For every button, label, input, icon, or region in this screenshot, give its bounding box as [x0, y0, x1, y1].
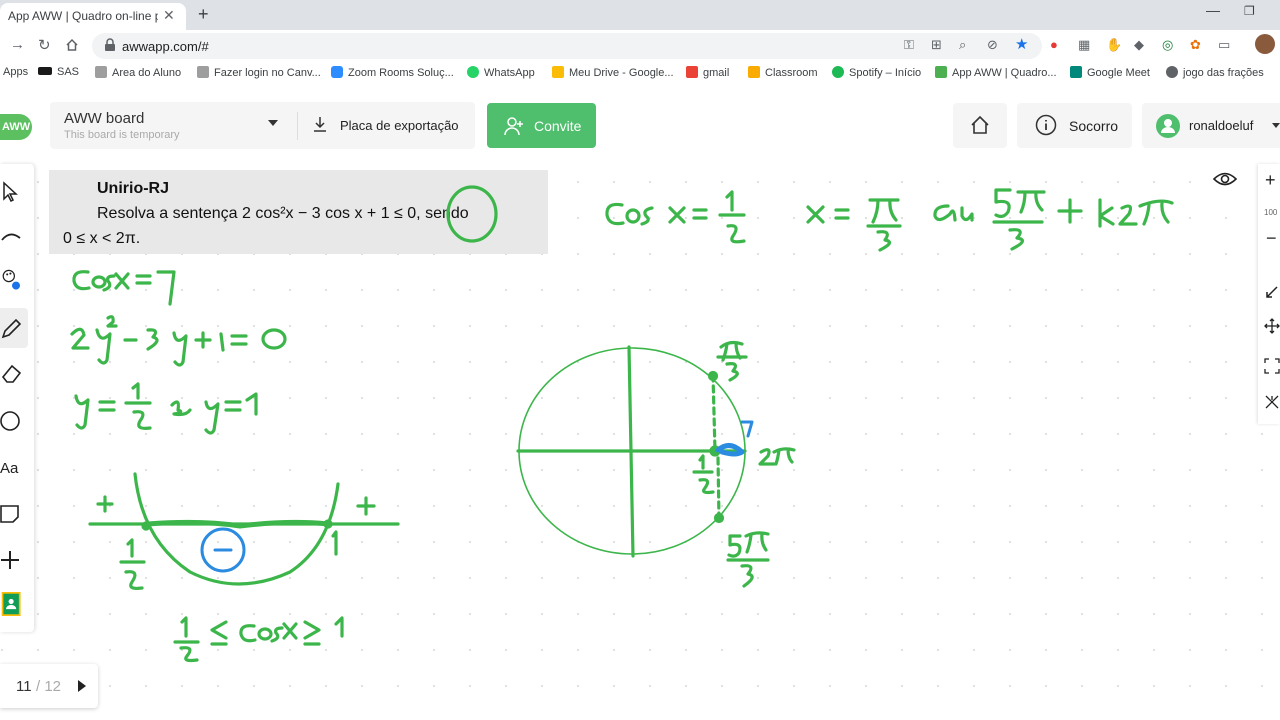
bookmark-whatsapp[interactable]: WhatsApp	[467, 66, 535, 79]
address-bar[interactable]: awwapp.com/#	[92, 33, 1042, 59]
board-menu[interactable]: AWW board This board is temporary Placa …	[50, 102, 475, 149]
extension-icon[interactable]: ●	[1050, 37, 1058, 52]
chevron-down-icon[interactable]	[268, 120, 278, 126]
user-avatar-icon	[1156, 114, 1180, 138]
bookmark-drive[interactable]: Meu Drive - Google...	[552, 66, 674, 79]
next-page-arrow-icon[interactable]	[78, 680, 86, 692]
color-palette-icon[interactable]	[0, 268, 24, 292]
translate-icon[interactable]: ⊞	[931, 37, 942, 53]
aww-icon	[935, 66, 947, 78]
eraser-icon[interactable]	[0, 362, 24, 386]
window-maximize-button[interactable]: ❐	[1244, 4, 1255, 18]
profile-avatar[interactable]	[1255, 34, 1275, 54]
bookmark-canvas[interactable]: Fazer login no Canv...	[197, 66, 321, 79]
zoom-icon	[331, 66, 343, 78]
problem-statement: Resolva a sentença 2 cos²x − 3 cos x + 1…	[97, 205, 469, 222]
pencil-icon	[1, 318, 22, 339]
classroom-icon	[748, 66, 760, 78]
chevron-down-icon[interactable]	[1272, 123, 1280, 128]
home-icon[interactable]	[65, 38, 79, 52]
lock-icon	[105, 38, 115, 51]
bookmark-fracoes[interactable]: jogo das frações	[1166, 66, 1264, 79]
bookmark-gmail[interactable]: gmail	[686, 66, 729, 79]
sas-icon	[38, 67, 52, 75]
zoom-out-button[interactable]: −	[1266, 228, 1277, 249]
bookmark-apps[interactable]: Apps	[3, 66, 28, 78]
text-tool-icon[interactable]: Aa	[0, 460, 18, 477]
help-button[interactable]: Socorro	[1017, 103, 1132, 148]
student-icon	[95, 66, 107, 78]
zoom-level: 100	[1264, 208, 1278, 217]
fullscreen-icon[interactable]	[1264, 358, 1280, 374]
export-button[interactable]: Placa de exportação	[340, 118, 459, 133]
bookmarks-bar: Apps SAS Area do Aluno Fazer login no Ca…	[0, 62, 1280, 84]
info-icon	[1035, 114, 1057, 136]
bookmark-star-icon[interactable]: ★	[1015, 35, 1028, 53]
download-icon	[314, 117, 326, 132]
add-plus-icon[interactable]	[0, 548, 24, 572]
url-text: awwapp.com/#	[122, 39, 209, 54]
reload-icon[interactable]: ↻	[38, 36, 51, 54]
current-page: 11	[16, 678, 32, 695]
bookmark-sas[interactable]: SAS	[38, 66, 79, 78]
home-icon	[971, 115, 989, 134]
board-name: AWW board	[64, 110, 145, 127]
gmail-icon	[686, 66, 698, 78]
canvas-icon	[197, 66, 209, 78]
tab-close-icon[interactable]: ✕	[163, 7, 175, 24]
problem-source: Unirio-RJ	[97, 180, 169, 197]
timer-extension-icon[interactable]: ◎	[1162, 37, 1173, 53]
move-arrows-icon[interactable]	[1264, 318, 1280, 334]
new-tab-button[interactable]: +	[198, 4, 209, 25]
hide-icon[interactable]: ⊘	[987, 37, 998, 53]
whatsapp-icon	[467, 66, 479, 78]
bookmark-aww[interactable]: App AWW | Quadro...	[935, 66, 1057, 79]
fit-diagonal-icon[interactable]	[1264, 284, 1280, 300]
grid-extension-icon[interactable]: ▦	[1078, 37, 1090, 53]
key-icon[interactable]: ⚿	[904, 37, 914, 53]
page-navigator: 11 / 12	[0, 664, 98, 708]
hand-extension-icon[interactable]: ✋	[1106, 37, 1122, 53]
palette-extension-icon[interactable]: ✿	[1190, 37, 1201, 53]
bookmark-area-aluno[interactable]: Area do Aluno	[95, 66, 181, 79]
window-minimize-button[interactable]: —	[1206, 2, 1220, 18]
user-menu[interactable]: ronaldoeluf	[1142, 103, 1280, 148]
home-button[interactable]	[953, 103, 1007, 148]
zoom-in-button[interactable]: +	[1265, 170, 1276, 191]
view-controls: + 100 −	[1258, 164, 1280, 424]
browser-toolbar: → ↻ awwapp.com/# ⚿ ⊞ ⌕ ⊘ ★ ● ▦ ✋ ◆ ◎ ✿ ▭	[0, 30, 1280, 62]
drive-icon	[552, 66, 564, 78]
pan-hand-icon[interactable]	[0, 226, 24, 250]
sticky-note-icon[interactable]	[0, 502, 24, 526]
back-arrow-icon[interactable]: →	[10, 36, 25, 53]
bookmark-classroom[interactable]: Classroom	[748, 66, 818, 79]
problem-domain: 0 ≤ x < 2π.	[63, 230, 141, 247]
tools-panel: Aa	[0, 164, 34, 632]
pointer-laser-icon[interactable]	[1264, 394, 1280, 410]
invite-button[interactable]: Convite	[487, 103, 596, 148]
tab-title: App AWW | Quadro on-line para	[8, 9, 158, 23]
divider	[297, 112, 298, 140]
select-cursor-icon[interactable]	[0, 180, 24, 204]
puzzle-extension-icon[interactable]: ◆	[1134, 37, 1144, 53]
total-pages: / 12	[36, 678, 62, 695]
globe-icon	[1166, 66, 1178, 78]
zoom-icon[interactable]: ⌕	[959, 37, 966, 53]
browser-tab[interactable]: App AWW | Quadro on-line para ✕	[0, 3, 186, 30]
reader-extension-icon[interactable]: ▭	[1218, 37, 1230, 53]
add-user-icon	[504, 117, 523, 136]
aww-logo[interactable]: AWW	[0, 114, 32, 140]
bookmark-meet[interactable]: Google Meet	[1070, 66, 1150, 79]
meet-icon	[1070, 66, 1082, 78]
bookmark-zoom[interactable]: Zoom Rooms Soluç...	[331, 66, 454, 79]
spotify-icon	[832, 66, 844, 78]
pen-tool-active[interactable]	[0, 308, 28, 348]
bookmark-spotify[interactable]: Spotify – Início	[832, 66, 921, 79]
problem-image[interactable]: Unirio-RJ Resolva a sentença 2 cos²x − 3…	[49, 170, 548, 254]
eye-icon[interactable]	[1212, 170, 1238, 188]
browser-tab-strip: App AWW | Quadro on-line para ✕ + — ❐	[0, 0, 1280, 30]
board-subtitle: This board is temporary	[64, 129, 180, 141]
shape-circle-icon[interactable]	[0, 409, 24, 433]
classroom-share-icon[interactable]	[0, 592, 24, 616]
